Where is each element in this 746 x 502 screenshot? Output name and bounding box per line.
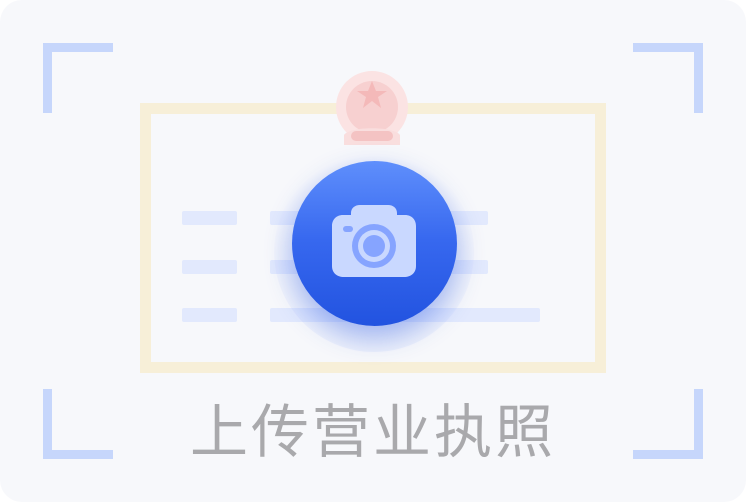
camera-icon <box>332 205 416 277</box>
seal-icon <box>336 71 408 145</box>
scan-corner-top-left <box>43 43 113 113</box>
text-line <box>182 308 237 322</box>
text-line <box>182 211 237 225</box>
scan-corner-top-right <box>633 43 703 113</box>
business-license-upload-card[interactable]: 上传营业执照 <box>0 0 746 502</box>
upload-camera-button[interactable] <box>292 161 457 326</box>
upload-caption: 上传营业执照 <box>189 398 556 466</box>
text-line <box>182 260 237 274</box>
